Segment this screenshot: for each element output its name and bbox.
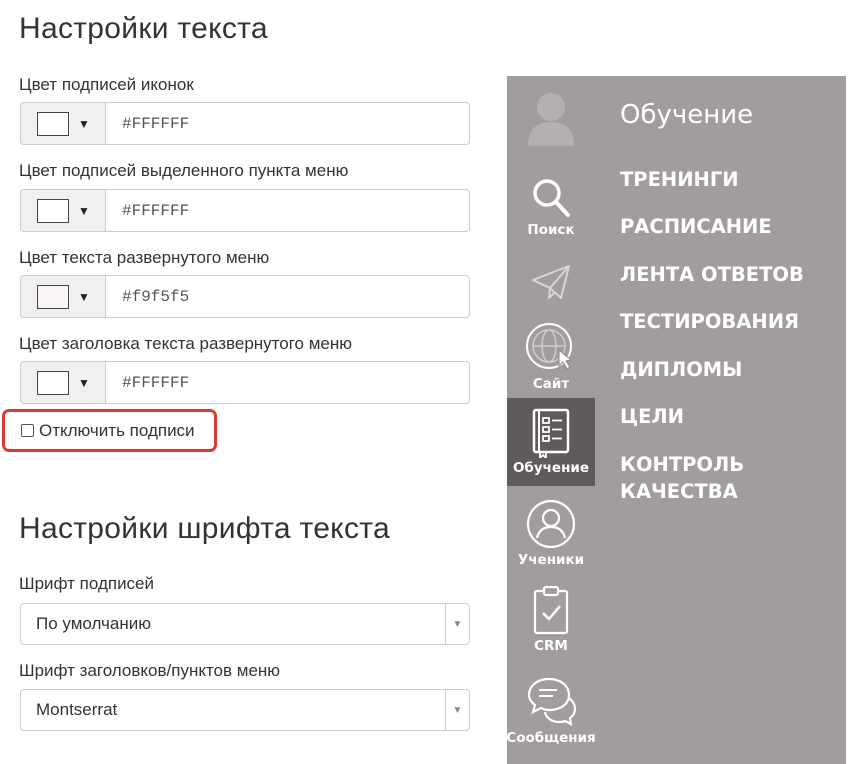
heading-font-label: Шрифт заголовков/пунктов меню bbox=[19, 661, 281, 680]
nav-messages-label: Сообщения bbox=[506, 730, 596, 746]
color-dropdown-button[interactable]: ▼ bbox=[20, 275, 105, 318]
nav-messages[interactable]: Сообщения bbox=[506, 676, 596, 750]
caret-down-icon: ▼ bbox=[78, 375, 90, 390]
color-dropdown-button[interactable]: ▼ bbox=[20, 102, 105, 145]
disable-captions-label: Отключить подписи bbox=[39, 420, 195, 440]
nav-telegram[interactable] bbox=[507, 260, 595, 306]
caret-down-icon: ▼ bbox=[78, 203, 90, 218]
menu-item-tests[interactable]: ТЕСТИРОВАНИЯ bbox=[620, 308, 840, 335]
nav-crm-label: CRM bbox=[534, 638, 568, 654]
caption-font-value: По умолчанию bbox=[36, 614, 151, 633]
menu-item-answers-feed[interactable]: ЛЕНТА ОТВЕТОВ bbox=[620, 261, 840, 288]
selected-item-caption-color-label: Цвет подписей выделенного пункта меню bbox=[19, 161, 349, 180]
icon-caption-color-input[interactable] bbox=[105, 102, 470, 145]
nav-crm[interactable]: CRM bbox=[507, 586, 595, 660]
chat-bubbles-icon bbox=[527, 677, 577, 726]
expanded-menu-heading-color-picker: ▼ bbox=[20, 361, 470, 404]
paper-plane-icon bbox=[532, 265, 570, 299]
nav-learning-label: Обучение bbox=[512, 460, 590, 476]
select-arrow-icon: ▼ bbox=[445, 604, 469, 644]
menu-item-trainings[interactable]: ТРЕНИНГИ bbox=[620, 166, 840, 193]
checkbox-icon[interactable] bbox=[21, 424, 34, 437]
globe-icon bbox=[526, 323, 573, 370]
clipboard-check-icon bbox=[533, 586, 569, 635]
expanded-menu-text-color-label: Цвет текста развернутого меню bbox=[19, 248, 270, 267]
icon-caption-color-picker: ▼ bbox=[20, 102, 470, 145]
menu-title: Обучение bbox=[620, 100, 754, 130]
menu-item-diplomas[interactable]: ДИПЛОМЫ bbox=[620, 356, 840, 383]
nav-search-label: Поиск bbox=[527, 222, 575, 238]
heading-font-select[interactable]: Montserrat ▼ bbox=[20, 689, 470, 731]
notebook-icon bbox=[532, 408, 570, 458]
heading-font-value: Montserrat bbox=[36, 700, 118, 719]
menu-preview: Поиск Сайт Обучение Ученики CRM Сообщени… bbox=[506, 76, 846, 764]
caption-font-select[interactable]: По умолчанию ▼ bbox=[20, 603, 470, 645]
text-settings-title: Настройки текста bbox=[19, 12, 268, 45]
icon-caption-color-label: Цвет подписей иконок bbox=[19, 75, 194, 94]
expanded-menu-text-color-picker: ▼ bbox=[20, 275, 470, 318]
caption-font-label: Шрифт подписей bbox=[19, 574, 155, 593]
expanded-menu-text-color-input[interactable] bbox=[105, 275, 470, 318]
icon-bar: Поиск Сайт Обучение Ученики CRM Сообщени… bbox=[506, 76, 596, 764]
caret-down-icon: ▼ bbox=[78, 116, 90, 131]
expanded-menu-heading-color-input[interactable] bbox=[105, 361, 470, 404]
search-icon bbox=[533, 179, 570, 217]
select-arrow-icon: ▼ bbox=[445, 690, 469, 730]
color-swatch bbox=[37, 370, 69, 395]
font-settings-title: Настройки шрифта текста bbox=[19, 512, 390, 545]
selected-item-caption-color-input[interactable] bbox=[105, 189, 470, 232]
nav-avatar[interactable] bbox=[507, 90, 595, 156]
avatar-icon bbox=[528, 93, 574, 146]
color-swatch bbox=[37, 198, 69, 223]
menu-item-quality-control[interactable]: КОНТРОЛЬ КАЧЕСТВА bbox=[620, 451, 840, 505]
nav-site[interactable]: Сайт bbox=[507, 322, 595, 396]
expanded-menu-heading-color-label: Цвет заголовка текста развернутого меню bbox=[19, 334, 352, 353]
nav-students-label: Ученики bbox=[517, 552, 585, 568]
caret-down-icon: ▼ bbox=[78, 289, 90, 304]
selected-item-caption-color-picker: ▼ bbox=[20, 189, 470, 232]
color-swatch bbox=[37, 111, 69, 136]
color-dropdown-button[interactable]: ▼ bbox=[20, 189, 105, 232]
menu-item-goals[interactable]: ЦЕЛИ bbox=[620, 403, 840, 430]
nav-site-label: Сайт bbox=[532, 376, 570, 392]
color-swatch bbox=[37, 284, 69, 309]
menu-item-schedule[interactable]: РАСПИСАНИЕ bbox=[620, 213, 840, 240]
nav-learning[interactable]: Обучение bbox=[507, 398, 595, 486]
nav-search[interactable]: Поиск bbox=[507, 176, 595, 244]
user-circle-icon bbox=[526, 499, 576, 549]
color-dropdown-button[interactable]: ▼ bbox=[20, 361, 105, 404]
disable-captions-checkbox[interactable]: Отключить подписи bbox=[2, 409, 217, 452]
nav-students[interactable]: Ученики bbox=[507, 498, 595, 572]
